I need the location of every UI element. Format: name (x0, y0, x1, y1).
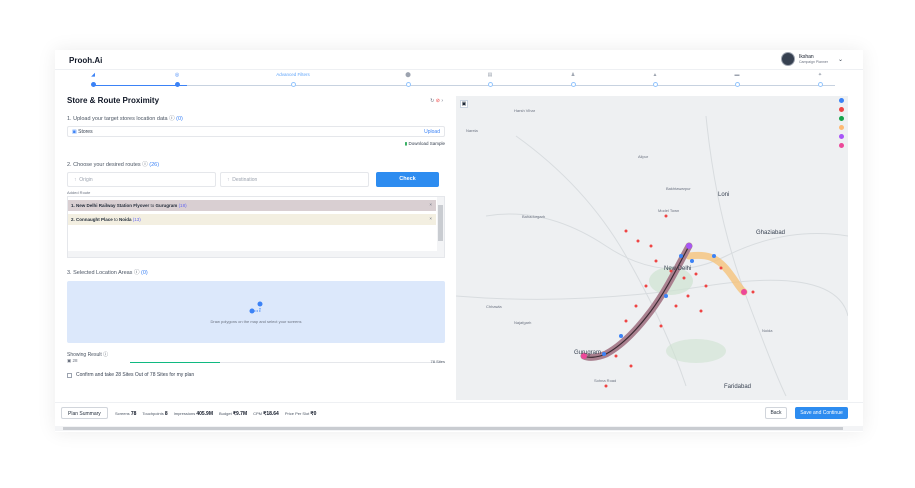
map-label: New Delhi (664, 266, 692, 272)
map-legend (839, 98, 844, 148)
store-icon: ▣ (72, 129, 77, 135)
route-item[interactable]: 2. Connaught Place to Noida (13) × (68, 214, 436, 225)
refresh-icon[interactable]: ↻ (430, 98, 434, 104)
fullscreen-icon[interactable]: ▣ (460, 100, 468, 108)
plan-stats: Screens 78 Touchpoints 8 Impressions 405… (115, 411, 317, 417)
stepper-track (93, 85, 835, 86)
step-4[interactable]: ⬤ (398, 72, 418, 87)
confirm-text: Confirm and take 28 Sites Out of 78 Site… (76, 372, 195, 378)
panel-actions: ↻ ⊘ › (430, 98, 443, 104)
horizontal-scrollbar[interactable] (68, 251, 438, 257)
step-8[interactable]: ▬ (727, 72, 747, 87)
people-icon: ♟ (570, 72, 576, 78)
back-button[interactable]: Back (765, 407, 787, 419)
chevron-down-icon[interactable]: ⌄ (838, 56, 843, 63)
map-label: Najafgarh (514, 320, 532, 325)
legend-dot (839, 125, 844, 130)
stores-label: Stores (78, 129, 93, 135)
confirm-checkbox[interactable] (67, 372, 72, 378)
megaphone-icon: ◢ (91, 72, 95, 78)
map-label: Narela (466, 128, 478, 133)
step-1[interactable]: ◢ (83, 72, 103, 87)
map-label: Bakhtawarpur (666, 186, 691, 191)
routes-section-label: 2. Choose your desired routes ⓘ (26) (67, 162, 160, 168)
document-icon: ▤ (487, 72, 493, 78)
pin-icon: ⬤ (405, 72, 411, 78)
legend-dot (839, 134, 844, 139)
top-bar: Prooh.Ai Ikshan Campaign Planner ⌄ (55, 50, 863, 70)
map-label: Alipur (638, 154, 649, 159)
left-panel: Store & Route Proximity ↻ ⊘ › 1. Upload … (67, 96, 445, 396)
close-icon[interactable]: × (429, 202, 432, 207)
download-icon: ▮ (404, 141, 408, 146)
logo: Prooh.Ai (69, 56, 103, 65)
stores-upload-box[interactable]: ▣ Stores Upload (67, 126, 445, 137)
upload-button[interactable]: Upload (424, 129, 440, 135)
step-5[interactable]: ▤ (480, 72, 500, 87)
destination-input[interactable]: ↑ Destination (220, 172, 369, 187)
map-label: Loni (718, 192, 730, 198)
route-list: 1. New Delhi Railway Station Flyover to … (67, 196, 445, 258)
map-view[interactable]: ▣ Harsh Vihar Narela Alipur Bakhtawarpur… (456, 96, 848, 400)
upload-section-label: 1. Upload your target stores location da… (67, 116, 183, 122)
settings-icon: ✦ (817, 72, 823, 78)
result-progress-bar (130, 362, 440, 363)
chevron-right-icon[interactable]: › (441, 98, 443, 104)
legend-dot (839, 107, 844, 112)
page-scrollbar[interactable] (55, 426, 863, 431)
avatar (780, 52, 795, 66)
areas-section-label: 3. Selected Location Areas ⓘ (0) (67, 270, 148, 276)
stepper: ◢ ◎ Advanced Filters ⬤ ▤ ♟ ▲ ▬ ✦ (65, 72, 855, 90)
app-window: Prooh.Ai Ikshan Campaign Planner ⌄ ◢ ◎ A… (55, 50, 863, 432)
map-label: Ghaziabad (756, 230, 786, 236)
upload-icon: ▲ (652, 72, 658, 78)
step-6[interactable]: ♟ (563, 72, 583, 87)
map-label: Faridabad (724, 384, 752, 390)
footer-bar: Plan Summary Screens 78 Touchpoints 8 Im… (55, 402, 863, 424)
reset-icon[interactable]: ⊘ (436, 98, 440, 104)
step-9[interactable]: ✦ (810, 72, 830, 87)
user-menu[interactable]: Ikshan Campaign Planner ⌄ (780, 52, 843, 66)
folder-icon: ▬ (734, 72, 740, 78)
step-3[interactable]: Advanced Filters (276, 72, 310, 87)
map-label: Sohna Road (594, 378, 617, 383)
polygon-draw-icon (249, 301, 263, 314)
map-label: Harsh Vihar (514, 108, 536, 113)
info-icon: ⓘ (133, 270, 140, 276)
close-icon[interactable]: × (429, 216, 432, 221)
result-total: 78 Sites (430, 359, 445, 364)
map-label: Bahadurgarh (522, 214, 546, 219)
map-canvas[interactable] (456, 96, 848, 400)
screen-icon: ▣ (67, 358, 72, 363)
origin-input[interactable]: ↑ Origin (67, 172, 216, 187)
step-advanced-filters-label: Advanced Filters (276, 72, 310, 77)
map-label: Noida (762, 328, 773, 333)
legend-dot (839, 143, 844, 148)
target-icon: ◎ (174, 72, 180, 78)
step-7[interactable]: ▲ (645, 72, 665, 87)
info-icon: ⓘ (169, 116, 175, 122)
legend-dot (839, 98, 844, 103)
step-2[interactable]: ◎ (167, 72, 187, 87)
draw-area-message: Draw polygons on the map and select your… (210, 319, 302, 324)
showing-result-label: Showing Result ⓘ (67, 352, 109, 358)
info-icon: ⓘ (142, 162, 148, 168)
route-item[interactable]: 1. New Delhi Railway Station Flyover to … (68, 200, 436, 211)
map-label: Gurugram (574, 350, 602, 356)
map-label: Chhawla (486, 304, 502, 309)
legend-dot (839, 116, 844, 121)
save-continue-button[interactable]: Save and Continue (795, 407, 848, 419)
download-sample-link[interactable]: ▮ Download Sample (405, 141, 445, 147)
result-count: ▣ 28 (67, 358, 78, 363)
added-route-label: Added Route (67, 190, 91, 195)
map-label: Model Town (658, 208, 680, 213)
check-button[interactable]: Check (376, 172, 439, 187)
confirm-checkbox-row[interactable]: Confirm and take 28 Sites Out of 78 Site… (67, 372, 194, 378)
page-title: Store & Route Proximity (67, 96, 160, 105)
user-role: Campaign Planner (798, 60, 828, 64)
plan-summary-button[interactable]: Plan Summary (61, 407, 108, 419)
draw-area-box[interactable]: Draw polygons on the map and select your… (67, 281, 445, 343)
vertical-scrollbar[interactable] (437, 197, 444, 257)
info-icon: ⓘ (103, 352, 109, 358)
